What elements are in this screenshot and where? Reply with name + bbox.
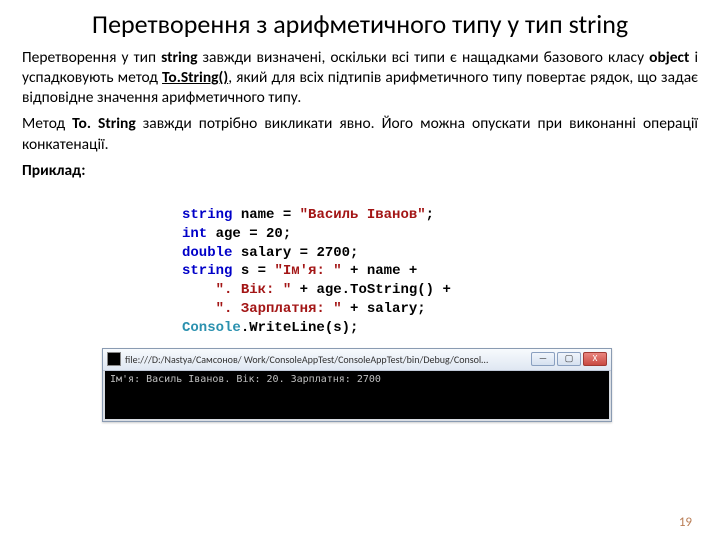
- string-literal: ". Вік: ": [216, 282, 292, 298]
- console-output: Ім'я: Василь Іванов. Вік: 20. Зарплатня:…: [103, 371, 611, 421]
- string-literal: ". Зарплатня: ": [216, 301, 342, 317]
- code-text: + age.ToString() +: [291, 282, 451, 298]
- code-text: ;: [283, 226, 291, 242]
- example-label: Приклад:: [22, 161, 698, 181]
- code-text: age =: [207, 226, 266, 242]
- keyword: double: [182, 245, 232, 261]
- bold-object: object: [649, 48, 689, 67]
- code-text: + salary;: [342, 301, 426, 317]
- bold-tostring: To.String(): [162, 68, 228, 87]
- window-icon: [107, 352, 121, 366]
- close-button[interactable]: X: [583, 352, 607, 366]
- page-number: 19: [679, 515, 692, 530]
- text: завжди визначені, оскільки всі типи є на…: [197, 48, 649, 67]
- paragraph-2: Метод To. String завжди потрібно виклика…: [22, 114, 698, 154]
- text: Перетворення у тип: [22, 48, 161, 67]
- console-window: file:///D:/Nastya/Самсонов/ Work/Console…: [102, 348, 612, 422]
- class-name: Console: [182, 320, 241, 336]
- window-buttons: — ▢ X: [531, 352, 607, 366]
- code-text: s =: [232, 263, 274, 279]
- code-text: .WriteLine(s);: [241, 320, 359, 336]
- text: Метод: [22, 114, 72, 133]
- string-literal: "Ім'я: ": [274, 263, 341, 279]
- number-literal: 2700: [316, 245, 350, 261]
- keyword: string: [182, 207, 232, 223]
- code-text: salary =: [232, 245, 316, 261]
- code-text: ;: [426, 207, 434, 223]
- maximize-button[interactable]: ▢: [557, 352, 581, 366]
- bold-tostring: To. String: [72, 114, 136, 133]
- window-title: file:///D:/Nastya/Самсонов/ Work/Console…: [125, 353, 531, 366]
- code-text: ;: [350, 245, 358, 261]
- code-text: + name +: [342, 263, 418, 279]
- number-literal: 20: [266, 226, 283, 242]
- code-text: name =: [232, 207, 299, 223]
- keyword: int: [182, 226, 207, 242]
- keyword: string: [182, 263, 232, 279]
- code-block: string name = "Василь Іванов"; int age =…: [182, 187, 698, 338]
- bold-string: string: [161, 48, 197, 67]
- window-titlebar: file:///D:/Nastya/Самсонов/ Work/Console…: [103, 349, 611, 371]
- minimize-button[interactable]: —: [531, 352, 555, 366]
- string-literal: "Василь Іванов": [300, 207, 426, 223]
- paragraph-1: Перетворення у тип string завжди визначе…: [22, 48, 698, 108]
- slide-title: Перетворення з арифметичного типу у тип …: [22, 8, 698, 40]
